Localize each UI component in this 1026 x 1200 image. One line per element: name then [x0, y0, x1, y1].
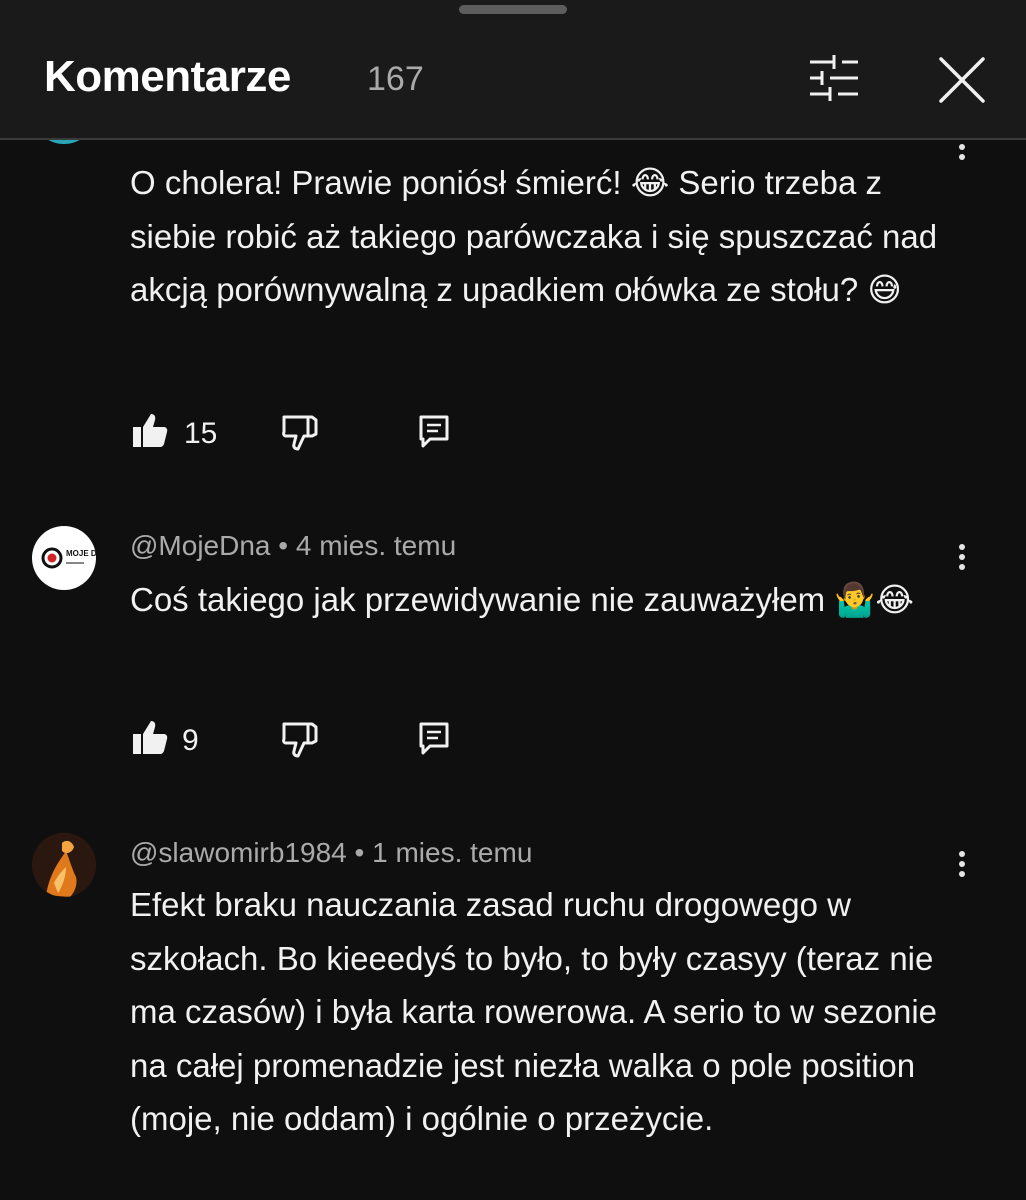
comment-text: O cholera! Prawie poniósł śmierć! 😂 Seri… [130, 164, 938, 308]
drag-handle[interactable] [459, 5, 567, 14]
comment-text: Coś takiego jak przewidywanie nie zauważ… [130, 581, 914, 618]
like-button[interactable] [130, 410, 170, 455]
reply-button[interactable] [418, 721, 450, 762]
comment-author[interactable]: @MojeDna [130, 530, 270, 561]
filter-button[interactable] [800, 48, 864, 108]
sliders-icon [810, 55, 858, 101]
avatar[interactable] [32, 833, 96, 897]
channel-logo: MOJE DNA [41, 547, 96, 569]
dislike-button[interactable] [280, 412, 320, 457]
comments-header: Komentarze 167 [0, 0, 1026, 140]
comment-text: Efekt braku nauczania zasad ruchu drogow… [130, 886, 938, 1137]
comment-time: 1 mies. temu [372, 837, 533, 868]
comment-count: 167 [367, 60, 424, 98]
close-icon [939, 57, 985, 103]
avatar[interactable]: SZ [32, 140, 96, 144]
svg-text:MOJE DNA: MOJE DNA [66, 549, 96, 558]
thumbs-down-icon [282, 722, 318, 758]
close-button[interactable] [930, 48, 994, 112]
thumbs-up-icon [133, 721, 168, 754]
comment-time: 4 mies. temu [295, 530, 457, 561]
reply-button[interactable] [418, 414, 450, 455]
comment-author[interactable]: @slawomirb1984 [130, 837, 347, 868]
more-options-button[interactable] [950, 140, 974, 180]
comments-list[interactable]: SZ O cholera! Prawie poniósł śmierć! 😂 S… [0, 140, 1026, 1200]
more-options-button[interactable] [950, 847, 974, 887]
comment-meta: @slawomirb1984 • 1 mies. temu [130, 837, 533, 868]
avatar-photo [32, 833, 96, 897]
reply-icon [419, 722, 449, 755]
more-options-button[interactable] [950, 540, 974, 580]
panel-title: Komentarze [44, 52, 291, 101]
thumbs-down-icon [282, 415, 318, 451]
dislike-button[interactable] [280, 719, 320, 764]
reply-icon [419, 415, 449, 448]
avatar[interactable]: MOJE DNA [32, 526, 96, 590]
like-count: 15 [184, 417, 218, 450]
comment-meta: @MojeDna • 4 mies. temu [130, 530, 457, 561]
like-count: 9 [182, 724, 199, 757]
thumbs-up-icon [133, 414, 168, 447]
like-button[interactable] [130, 717, 170, 762]
